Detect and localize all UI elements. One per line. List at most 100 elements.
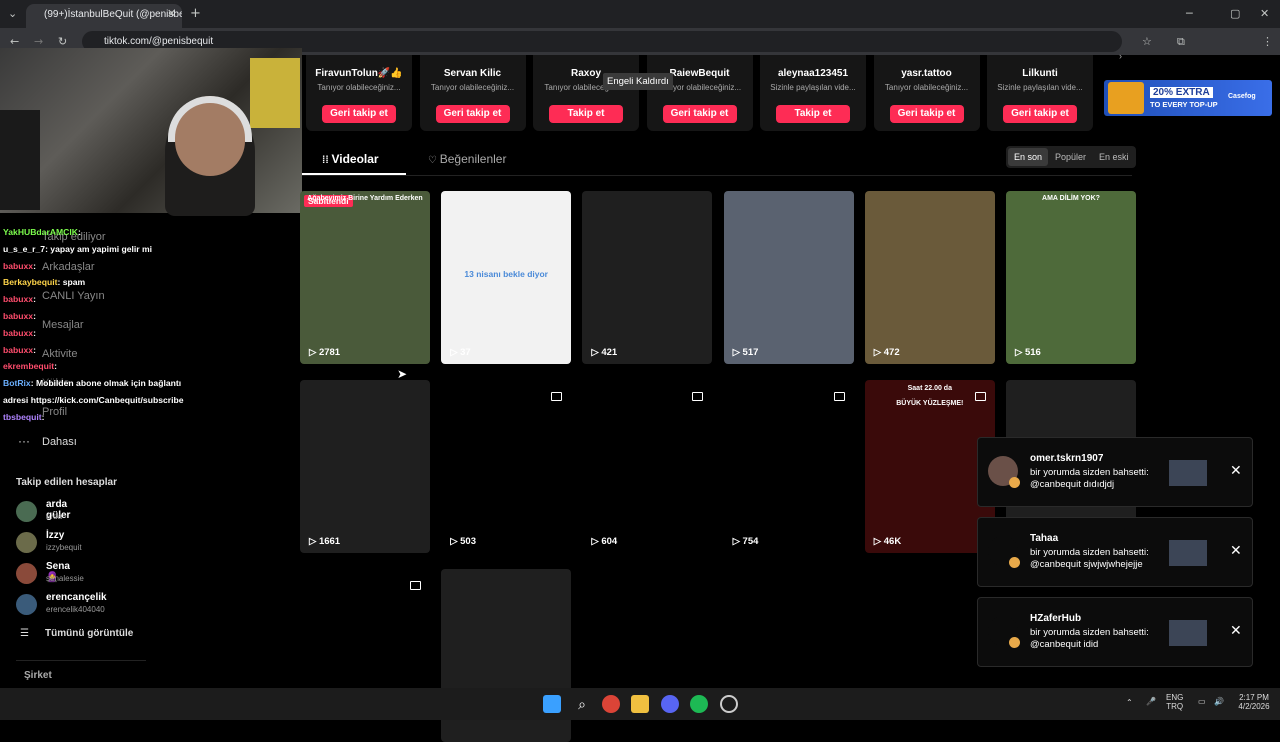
- reload-icon[interactable]: ↻: [58, 35, 67, 48]
- clock[interactable]: 2:17 PM 4/2/2026: [1234, 693, 1274, 711]
- video-thumbnail[interactable]: ▷ 503: [441, 380, 572, 553]
- suggested-account-card[interactable]: Raxoy Tanıyor olabileceğiniz... Takip et: [533, 55, 639, 131]
- tab-liked-label: Beğenilenler: [439, 152, 507, 166]
- nav-messages[interactable]: Mesajlar: [42, 319, 84, 331]
- new-tab-icon[interactable]: +: [190, 6, 201, 21]
- follow-button[interactable]: Geri takip et: [435, 105, 510, 123]
- close-tab-icon[interactable]: ✕: [167, 7, 176, 20]
- chat-username[interactable]: babuxx: [3, 261, 33, 271]
- chat-username[interactable]: babuxx: [3, 311, 33, 321]
- mic-icon[interactable]: 🎤: [1146, 697, 1156, 706]
- spotify-icon[interactable]: [690, 695, 708, 713]
- follow-button[interactable]: Takip et: [549, 105, 623, 123]
- play-icon: ▷: [732, 536, 743, 547]
- tab-videos[interactable]: ⁞⁞ Videolar: [322, 152, 379, 166]
- video-thumbnail[interactable]: AMA DİLİM YOK? ▷ 516: [1006, 191, 1136, 364]
- search-icon[interactable]: ⌕: [573, 695, 591, 713]
- play-icon: ▷: [591, 347, 602, 358]
- ad-graphic: [1108, 82, 1144, 114]
- mention-notification[interactable]: omer.tskrn1907 bir yorumda sizden bahsett…: [977, 437, 1253, 507]
- scroll-right-icon[interactable]: ›: [1119, 51, 1122, 61]
- follow-button[interactable]: Geri takip et: [889, 105, 964, 123]
- chat-username[interactable]: babuxx: [3, 345, 33, 355]
- sort-latest[interactable]: En son: [1008, 148, 1049, 166]
- maximize-icon[interactable]: ▢: [1230, 7, 1240, 20]
- nav-activity[interactable]: Aktivite: [42, 348, 77, 360]
- file-explorer-icon[interactable]: [631, 695, 649, 713]
- suggested-account-card[interactable]: RaiewBequit Tanıyor olabileceğiniz... Geri…: [646, 55, 753, 131]
- chat-username[interactable]: YakHUBdarAMCIK: [3, 227, 78, 237]
- bookmark-star-icon[interactable]: ☆: [1142, 35, 1152, 48]
- chrome-icon[interactable]: [602, 695, 620, 713]
- view-count: ▷ 46K: [874, 536, 901, 547]
- nav-live[interactable]: CANLI Yayın: [42, 290, 105, 302]
- view-count: ▷ 1661: [309, 536, 340, 547]
- extensions-icon[interactable]: ⧉: [1177, 35, 1185, 49]
- close-icon[interactable]: ✕: [1230, 543, 1242, 559]
- browser-tab[interactable]: (99+)İstanbulBeQuit (@penisbe: [26, 4, 182, 28]
- tray-chevron-icon[interactable]: ⌃: [1126, 698, 1133, 707]
- video-thumbnail[interactable]: BÜYÜK YÜZLEŞME! Saat 22.00 da ▷ 46K: [864, 380, 995, 553]
- video-thumbnail[interactable]: ▷ 472: [864, 191, 995, 364]
- chat-username[interactable]: Berkaybequit: [3, 277, 57, 287]
- back-icon[interactable]: ←: [10, 35, 19, 48]
- notification-text: bir yorumda sizden bahsetti: @canbequit …: [1030, 467, 1149, 490]
- video-thumbnail[interactable]: ▷ 1661: [300, 380, 430, 553]
- follow-button[interactable]: Geri takip et: [662, 105, 737, 123]
- follow-button[interactable]: Geri takip et: [322, 105, 396, 123]
- chat-username[interactable]: u_s_e_r_7: [3, 244, 45, 254]
- app-icon[interactable]: [720, 695, 738, 713]
- discord-icon[interactable]: [661, 695, 679, 713]
- suggested-account-card[interactable]: aleynaa123451 Sizinle paylaşılan vide... T…: [760, 55, 866, 131]
- chat-text: adresi https://kick.com/Canbequit/subscr…: [3, 395, 184, 405]
- sort-oldest[interactable]: En eski: [1093, 148, 1135, 166]
- view-count-value: 472: [883, 347, 900, 358]
- view-count: ▷ 421: [591, 347, 617, 358]
- chat-username[interactable]: babuxx: [3, 328, 33, 338]
- video-thumbnail[interactable]: ▷ 604: [582, 380, 713, 553]
- chat-username[interactable]: tbsbequit: [3, 412, 42, 422]
- nav-more[interactable]: Dahası: [42, 436, 77, 448]
- chat-message: BotRix: Mobilden abone olmak için bağlan…: [3, 378, 181, 388]
- mention-notification[interactable]: Tahaa bir yorumda sizden bahsetti: @canbe…: [977, 517, 1253, 587]
- see-all-link[interactable]: Tümünü görüntüle: [45, 628, 133, 639]
- tab-liked[interactable]: ♡ Beğenilenler: [428, 152, 506, 166]
- language-indicator[interactable]: ENG TRQ: [1166, 693, 1183, 711]
- close-window-icon[interactable]: ✕: [1260, 7, 1269, 20]
- ad-banner[interactable]: 20% EXTRA TO EVERY TOP-UP Casefog: [1104, 80, 1272, 116]
- video-thumbnail[interactable]: 13 nisanı bekle diyor ▷ 37: [441, 191, 572, 364]
- chat-username[interactable]: ekrembequit: [3, 361, 54, 371]
- company-link[interactable]: Şirket: [24, 670, 52, 681]
- tab-title: (99+)İstanbulBeQuit (@penisbe: [44, 9, 182, 20]
- minimize-icon[interactable]: ─: [1186, 7, 1193, 20]
- video-thumbnail[interactable]: Sabitlendi Ağabeyimiz Birine Yardım Ederk…: [300, 191, 430, 364]
- follow-button[interactable]: Takip et: [776, 105, 850, 123]
- tab-list-icon[interactable]: ⌄: [8, 7, 17, 20]
- volume-icon[interactable]: 🔊: [1214, 697, 1224, 706]
- network-icon[interactable]: ▭: [1198, 697, 1206, 706]
- video-thumbnail[interactable]: ▷ 517: [723, 191, 854, 364]
- video-thumbnail[interactable]: ▷ 754: [723, 380, 854, 553]
- nav-profile[interactable]: Profil: [42, 406, 67, 418]
- start-icon[interactable]: [543, 695, 561, 713]
- suggested-account-card[interactable]: Servan Kilic Tanıyor olabileceğiniz... Ger…: [419, 55, 526, 131]
- follow-button[interactable]: Geri takip et: [1003, 105, 1077, 123]
- forward-icon[interactable]: →: [34, 35, 43, 48]
- view-count-value: 503: [460, 536, 476, 547]
- suggested-account-card[interactable]: yasr.tattoo Tanıyor olabileceğiniz... Geri…: [873, 55, 980, 131]
- suggested-account-card[interactable]: Lilkunti Sizinle paylaşılan vide... Geri t…: [987, 55, 1093, 131]
- play-icon: ▷: [450, 536, 461, 547]
- ad-headline: 20% EXTRA: [1150, 87, 1213, 98]
- chat-username[interactable]: babuxx: [3, 294, 33, 304]
- mention-notification[interactable]: HZaferHub bir yorumda sizden bahsetti: @c…: [977, 597, 1253, 667]
- menu-dots-icon[interactable]: ⋮: [1262, 35, 1273, 48]
- more-dots-icon: ···: [18, 434, 30, 448]
- close-icon[interactable]: ✕: [1230, 623, 1242, 639]
- close-icon[interactable]: ✕: [1230, 463, 1242, 479]
- nav-friends[interactable]: Arkadaşlar: [42, 261, 95, 273]
- chat-username[interactable]: BotRix: [3, 378, 31, 388]
- suggested-account-card[interactable]: FiravunTolun🚀👍 Tanıyor olabileceğiniz... G…: [306, 55, 412, 131]
- video-thumbnail[interactable]: ▷ 421: [582, 191, 713, 364]
- following-handle: izzybequit: [46, 543, 82, 552]
- sort-popular[interactable]: Popüler: [1049, 148, 1092, 166]
